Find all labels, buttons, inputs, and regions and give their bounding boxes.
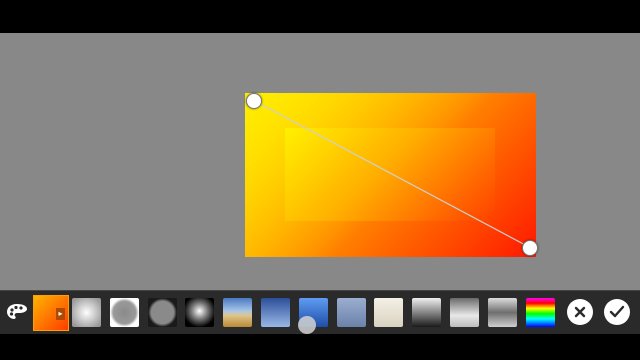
bottom-bar [0, 334, 640, 360]
preset-radial-white-ring-swatch[interactable] [110, 298, 139, 327]
preset-cream-swatch[interactable] [374, 298, 403, 327]
gradient-end-handle[interactable] [522, 240, 538, 256]
gradient-start-handle[interactable] [246, 93, 262, 109]
checkmark-icon [609, 305, 625, 318]
chevron-right-icon: ▸ [56, 308, 65, 320]
confirm-button[interactable] [604, 299, 630, 325]
gradient-inner-area [285, 128, 495, 221]
preset-rainbow-swatch[interactable] [526, 298, 555, 327]
preset-steel-blue-swatch[interactable] [337, 298, 366, 327]
preset-sky-sand-swatch[interactable] [223, 298, 252, 327]
preset-sphere-swatch[interactable] [185, 298, 214, 327]
selected-gradient-swatch[interactable]: ▸ [33, 295, 69, 331]
gradient-toolbar: ▸ [0, 290, 640, 335]
cancel-button[interactable] [567, 299, 593, 325]
preset-metal-light-swatch[interactable] [450, 298, 479, 327]
close-icon [574, 306, 586, 318]
preset-radial-dark-ring-swatch[interactable] [148, 298, 177, 327]
scroll-indicator[interactable] [298, 316, 316, 334]
preset-chrome-swatch[interactable] [488, 298, 517, 327]
palette-icon[interactable] [4, 299, 30, 325]
preset-radial-light-swatch[interactable] [72, 298, 101, 327]
preset-blue-fade-swatch[interactable] [261, 298, 290, 327]
preset-metal-dark-swatch[interactable] [412, 298, 441, 327]
top-bar [0, 0, 640, 33]
